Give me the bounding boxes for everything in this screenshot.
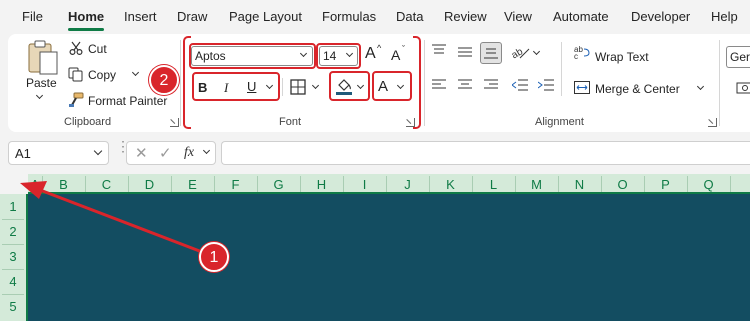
annotation-badge-1: 1 [199, 242, 229, 272]
annotation-arrow-1 [20, 181, 211, 257]
